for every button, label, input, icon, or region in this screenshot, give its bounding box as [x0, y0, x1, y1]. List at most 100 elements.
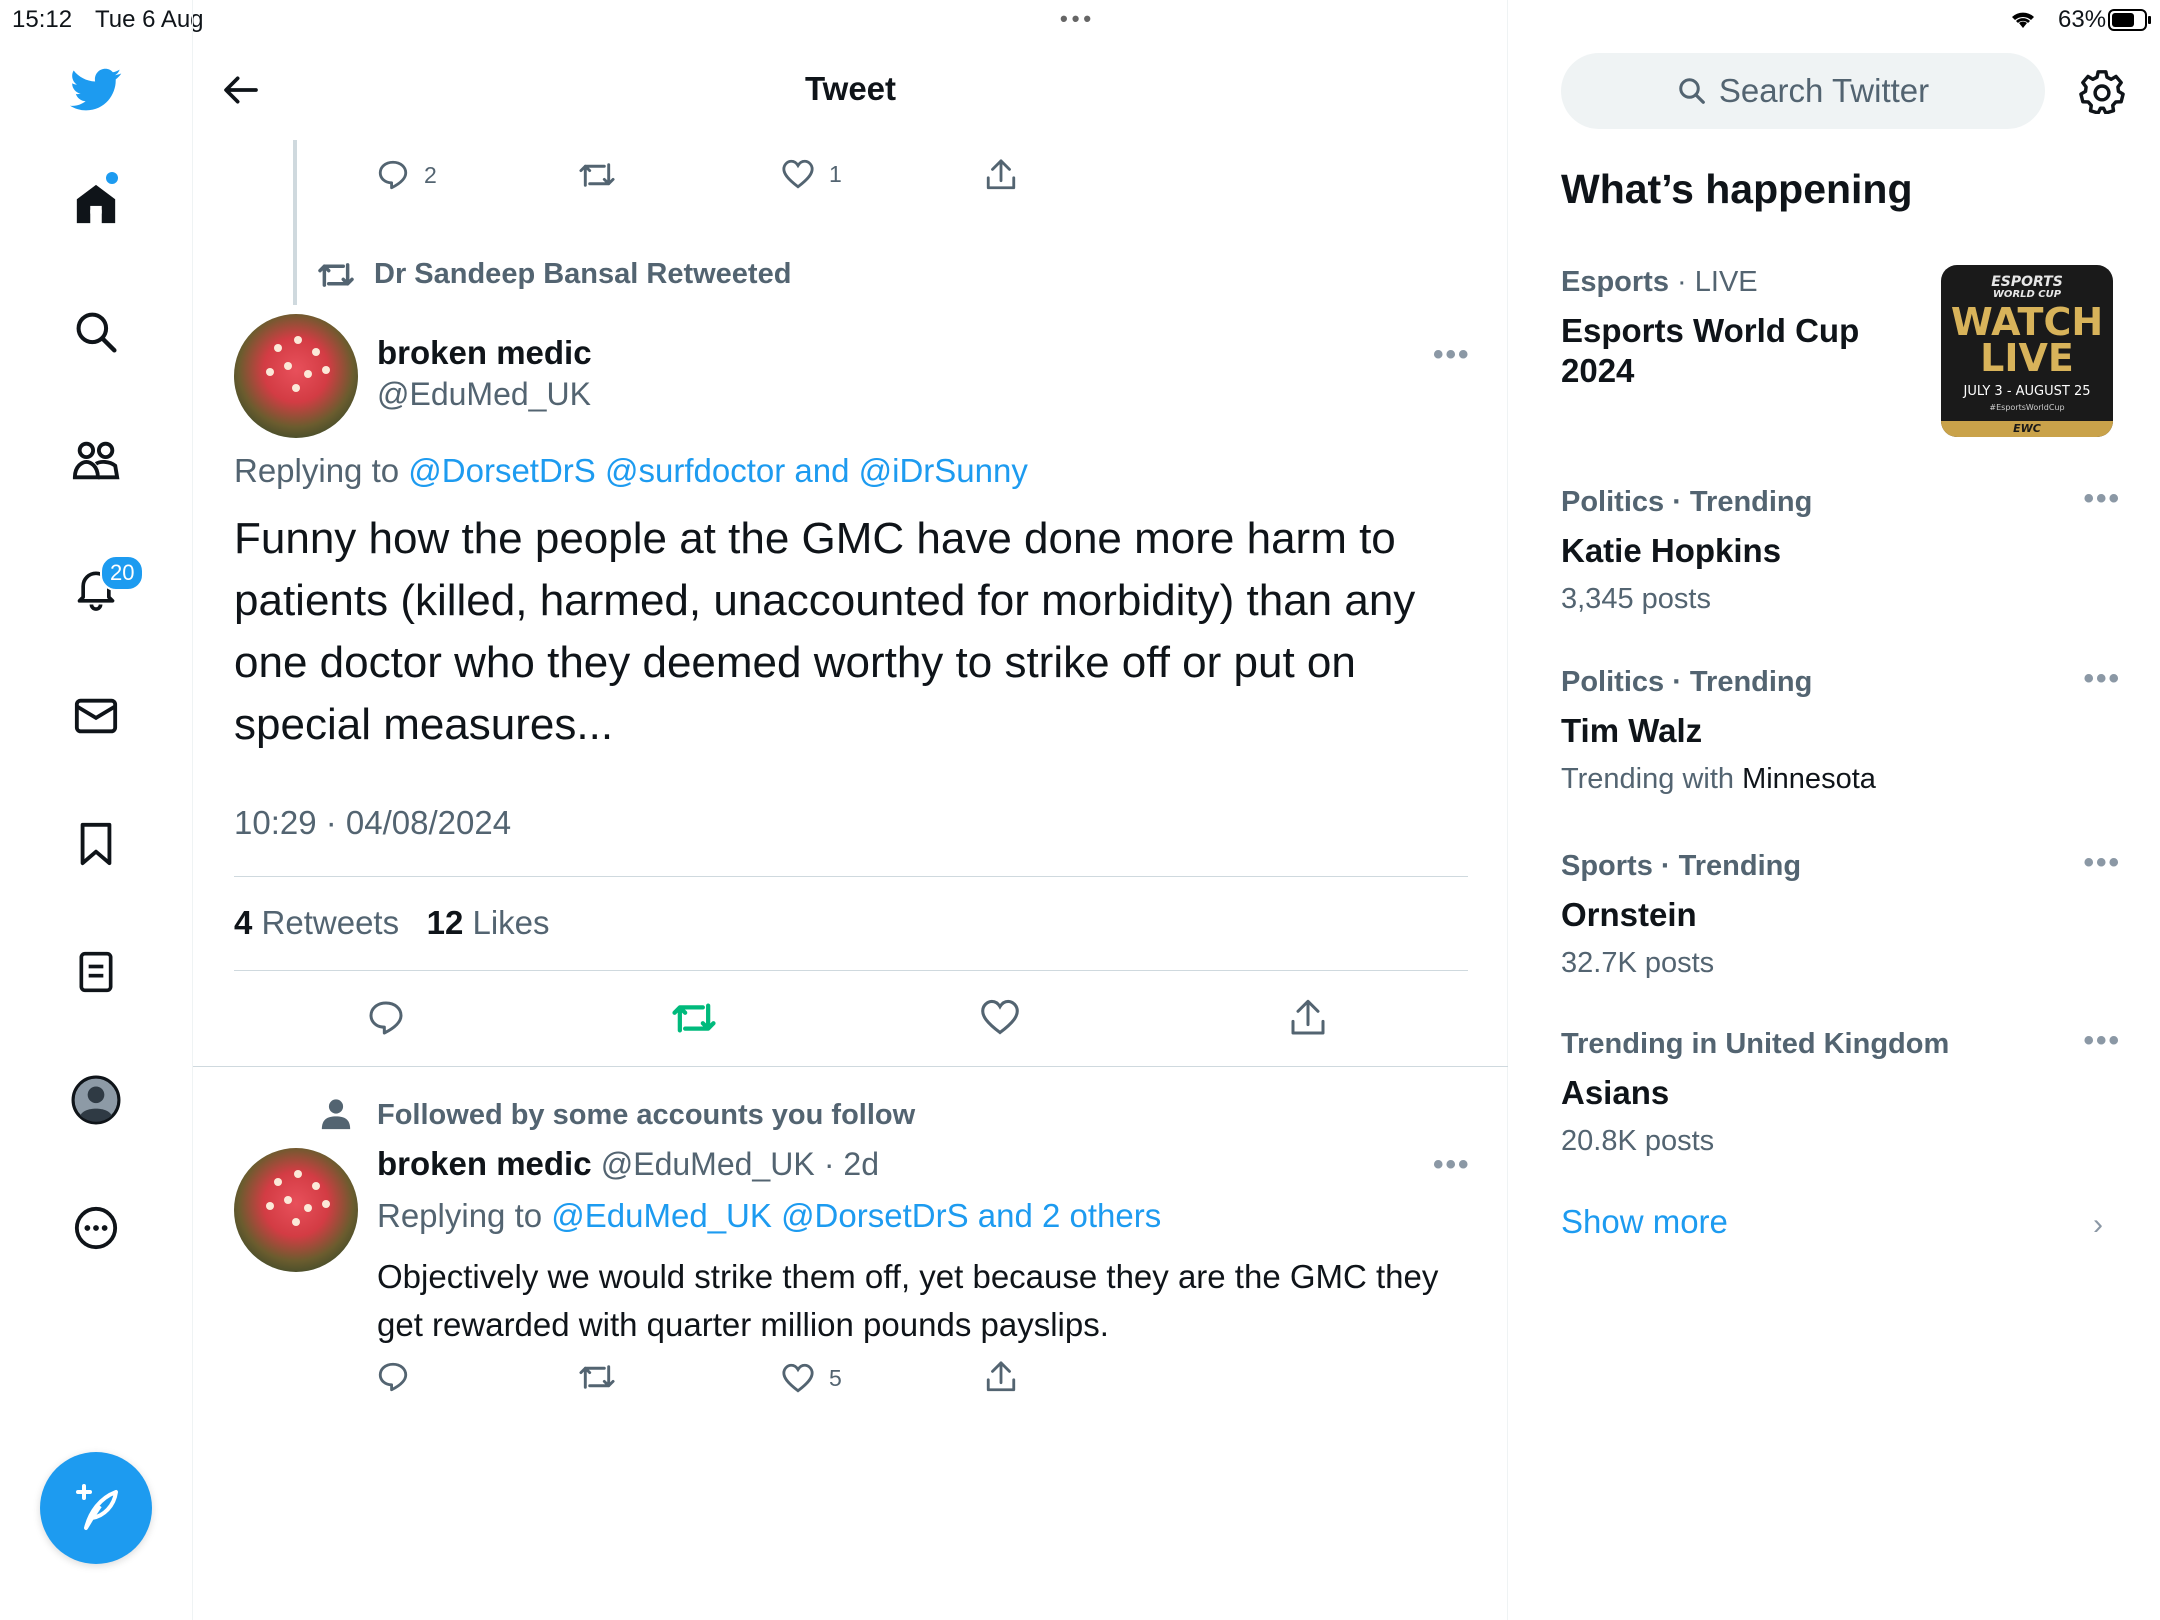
person-icon: [321, 1099, 351, 1130]
trend-more-icon[interactable]: •••: [2083, 662, 2121, 696]
reply-like-button[interactable]: 5: [781, 1362, 842, 1394]
trend-item[interactable]: Politics · Trending ••• Tim Walz Trendin…: [1561, 662, 2121, 796]
notifications-badge: 20: [100, 555, 145, 591]
mention-link[interactable]: @iDrSunny: [859, 452, 1028, 489]
author-name[interactable]: broken medic: [377, 1145, 592, 1182]
tweet-timestamp[interactable]: 10:29 · 04/08/2024: [234, 804, 511, 842]
share-icon: [986, 159, 1016, 190]
reply-retweet-button[interactable]: [578, 1360, 616, 1394]
social-context: Followed by some accounts you follow: [321, 1098, 915, 1132]
thread-connector-line: [293, 140, 297, 305]
reply-icon: [378, 1362, 408, 1392]
retweet-icon: [579, 163, 615, 187]
page-title: Tweet: [804, 70, 897, 107]
search-icon: [1679, 78, 1705, 104]
tweet-text: Objectively we would strike them off, ye…: [377, 1258, 1439, 1343]
home-unread-dot: [106, 172, 118, 184]
trend-item[interactable]: Politics · Trending ••• Katie Hopkins 3,…: [1561, 482, 2121, 616]
retweet-icon: [579, 1365, 615, 1389]
twitter-logo-icon[interactable]: [68, 62, 124, 118]
reply-button[interactable]: [365, 998, 407, 1038]
main-header: Tweet: [193, 40, 1508, 140]
home-icon[interactable]: [68, 176, 124, 232]
tweet-age[interactable]: · 2d: [824, 1146, 879, 1182]
esports-world-cup-image[interactable]: ESPORTS WORLD CUP WATCH LIVE JULY 3 - AU…: [1941, 265, 2113, 437]
search-placeholder: Search Twitter: [1718, 72, 1930, 109]
heart-icon: [782, 1363, 814, 1393]
prev-like-count: 1: [829, 160, 842, 187]
trend-title: Ornstein: [1561, 896, 1697, 933]
profile-avatar-icon[interactable]: [68, 1072, 124, 1128]
share-icon: [986, 1361, 1016, 1392]
others-link[interactable]: and 2 others: [978, 1197, 1161, 1234]
right-sidebar: Search Twitter What’s happening Esports …: [1509, 0, 2160, 1620]
bookmarks-icon[interactable]: [68, 816, 124, 872]
messages-envelope-icon[interactable]: [68, 688, 124, 744]
gear-icon[interactable]: [2079, 68, 2125, 114]
divider: [234, 970, 1468, 971]
lists-icon[interactable]: [68, 944, 124, 1000]
retweet-button[interactable]: [671, 998, 717, 1038]
retweet-icon: [672, 1003, 716, 1033]
likes-stat[interactable]: 12 Likes: [427, 904, 550, 941]
replying-to: Replying to @EduMed_UK @DorsetDrS and 2 …: [377, 1197, 1162, 1234]
left-navigation: 20: [0, 0, 193, 1620]
heart-icon: [782, 159, 814, 189]
avatar[interactable]: [234, 1148, 358, 1272]
tweet-more-icon[interactable]: •••: [1433, 1148, 1471, 1182]
communities-icon[interactable]: [68, 432, 124, 488]
trend-title: Katie Hopkins: [1561, 532, 1782, 569]
retweets-stat[interactable]: 4 Retweets: [234, 904, 399, 941]
trend-more-icon[interactable]: •••: [2083, 482, 2121, 516]
main-column: Tweet 2 1 Dr Sandeep Bansal Retweeted br…: [193, 0, 1508, 1620]
whats-happening-heading: What’s happening: [1561, 166, 1913, 212]
prev-reply-button[interactable]: 2: [376, 158, 437, 192]
author-name[interactable]: broken medic: [377, 334, 592, 372]
share-icon: [1291, 999, 1325, 1035]
divider: [193, 1066, 1508, 1067]
author-handle[interactable]: @EduMed_UK: [601, 1146, 815, 1182]
reply-reply-button[interactable]: [376, 1360, 410, 1394]
mention-link[interactable]: @DorsetDrS: [781, 1197, 969, 1234]
more-options-icon[interactable]: [68, 1200, 124, 1256]
retweeted-banner[interactable]: Dr Sandeep Bansal Retweeted: [316, 258, 791, 291]
tweet-text: Funny how the people at the GMC have don…: [234, 514, 1416, 749]
prev-retweet-button[interactable]: [578, 158, 616, 192]
like-button[interactable]: [979, 998, 1021, 1036]
compose-tweet-button[interactable]: [40, 1452, 152, 1564]
trend-item[interactable]: Trending in United Kingdom ••• Asians 20…: [1561, 1024, 2121, 1158]
trend-title: Tim Walz: [1561, 712, 1703, 749]
reply-icon: [378, 160, 408, 190]
prev-reply-count: 2: [424, 161, 437, 188]
reply-like-count: 5: [829, 1364, 842, 1391]
replying-to: Replying to @DorsetDrS @surfdoctor and @…: [234, 452, 1028, 489]
compose-feather-icon: [76, 1484, 118, 1530]
mention-link[interactable]: @surfdoctor: [605, 452, 785, 489]
prev-share-button[interactable]: [985, 158, 1017, 192]
reply-icon: [369, 1001, 403, 1035]
tweet-stats: 4 Retweets 12 Likes: [234, 904, 550, 942]
prev-like-button[interactable]: 1: [781, 158, 842, 190]
heart-icon: [981, 999, 1019, 1035]
trend-title: Esports World Cup 2024: [1561, 312, 1860, 389]
avatar[interactable]: [234, 314, 358, 438]
trend-item[interactable]: Esports · LIVE Esports World Cup 2024: [1561, 266, 1921, 391]
mention-link[interactable]: @EduMed_UK: [551, 1197, 772, 1234]
show-more-link[interactable]: Show more: [1561, 1203, 1728, 1241]
retweeted-by-text: Dr Sandeep Bansal Retweeted: [374, 258, 792, 290]
reply-header: broken medic @EduMed_UK · 2d: [377, 1145, 879, 1183]
search-input[interactable]: Search Twitter: [1561, 53, 2045, 129]
retweet-icon: [318, 262, 354, 287]
reply-share-button[interactable]: [985, 1360, 1017, 1394]
share-button[interactable]: [1289, 998, 1327, 1038]
divider: [234, 876, 1468, 877]
trend-title: Asians: [1561, 1074, 1670, 1111]
trend-more-icon[interactable]: •••: [2083, 846, 2121, 880]
mention-link[interactable]: @DorsetDrS: [408, 452, 596, 489]
author-handle[interactable]: @EduMed_UK: [377, 376, 591, 413]
chevron-right-icon[interactable]: ›: [2093, 1208, 2103, 1242]
trend-more-icon[interactable]: •••: [2083, 1024, 2121, 1058]
trend-item[interactable]: Sports · Trending ••• Ornstein 32.7K pos…: [1561, 846, 2121, 980]
explore-search-icon[interactable]: [68, 304, 124, 360]
tweet-more-icon[interactable]: •••: [1433, 338, 1471, 372]
